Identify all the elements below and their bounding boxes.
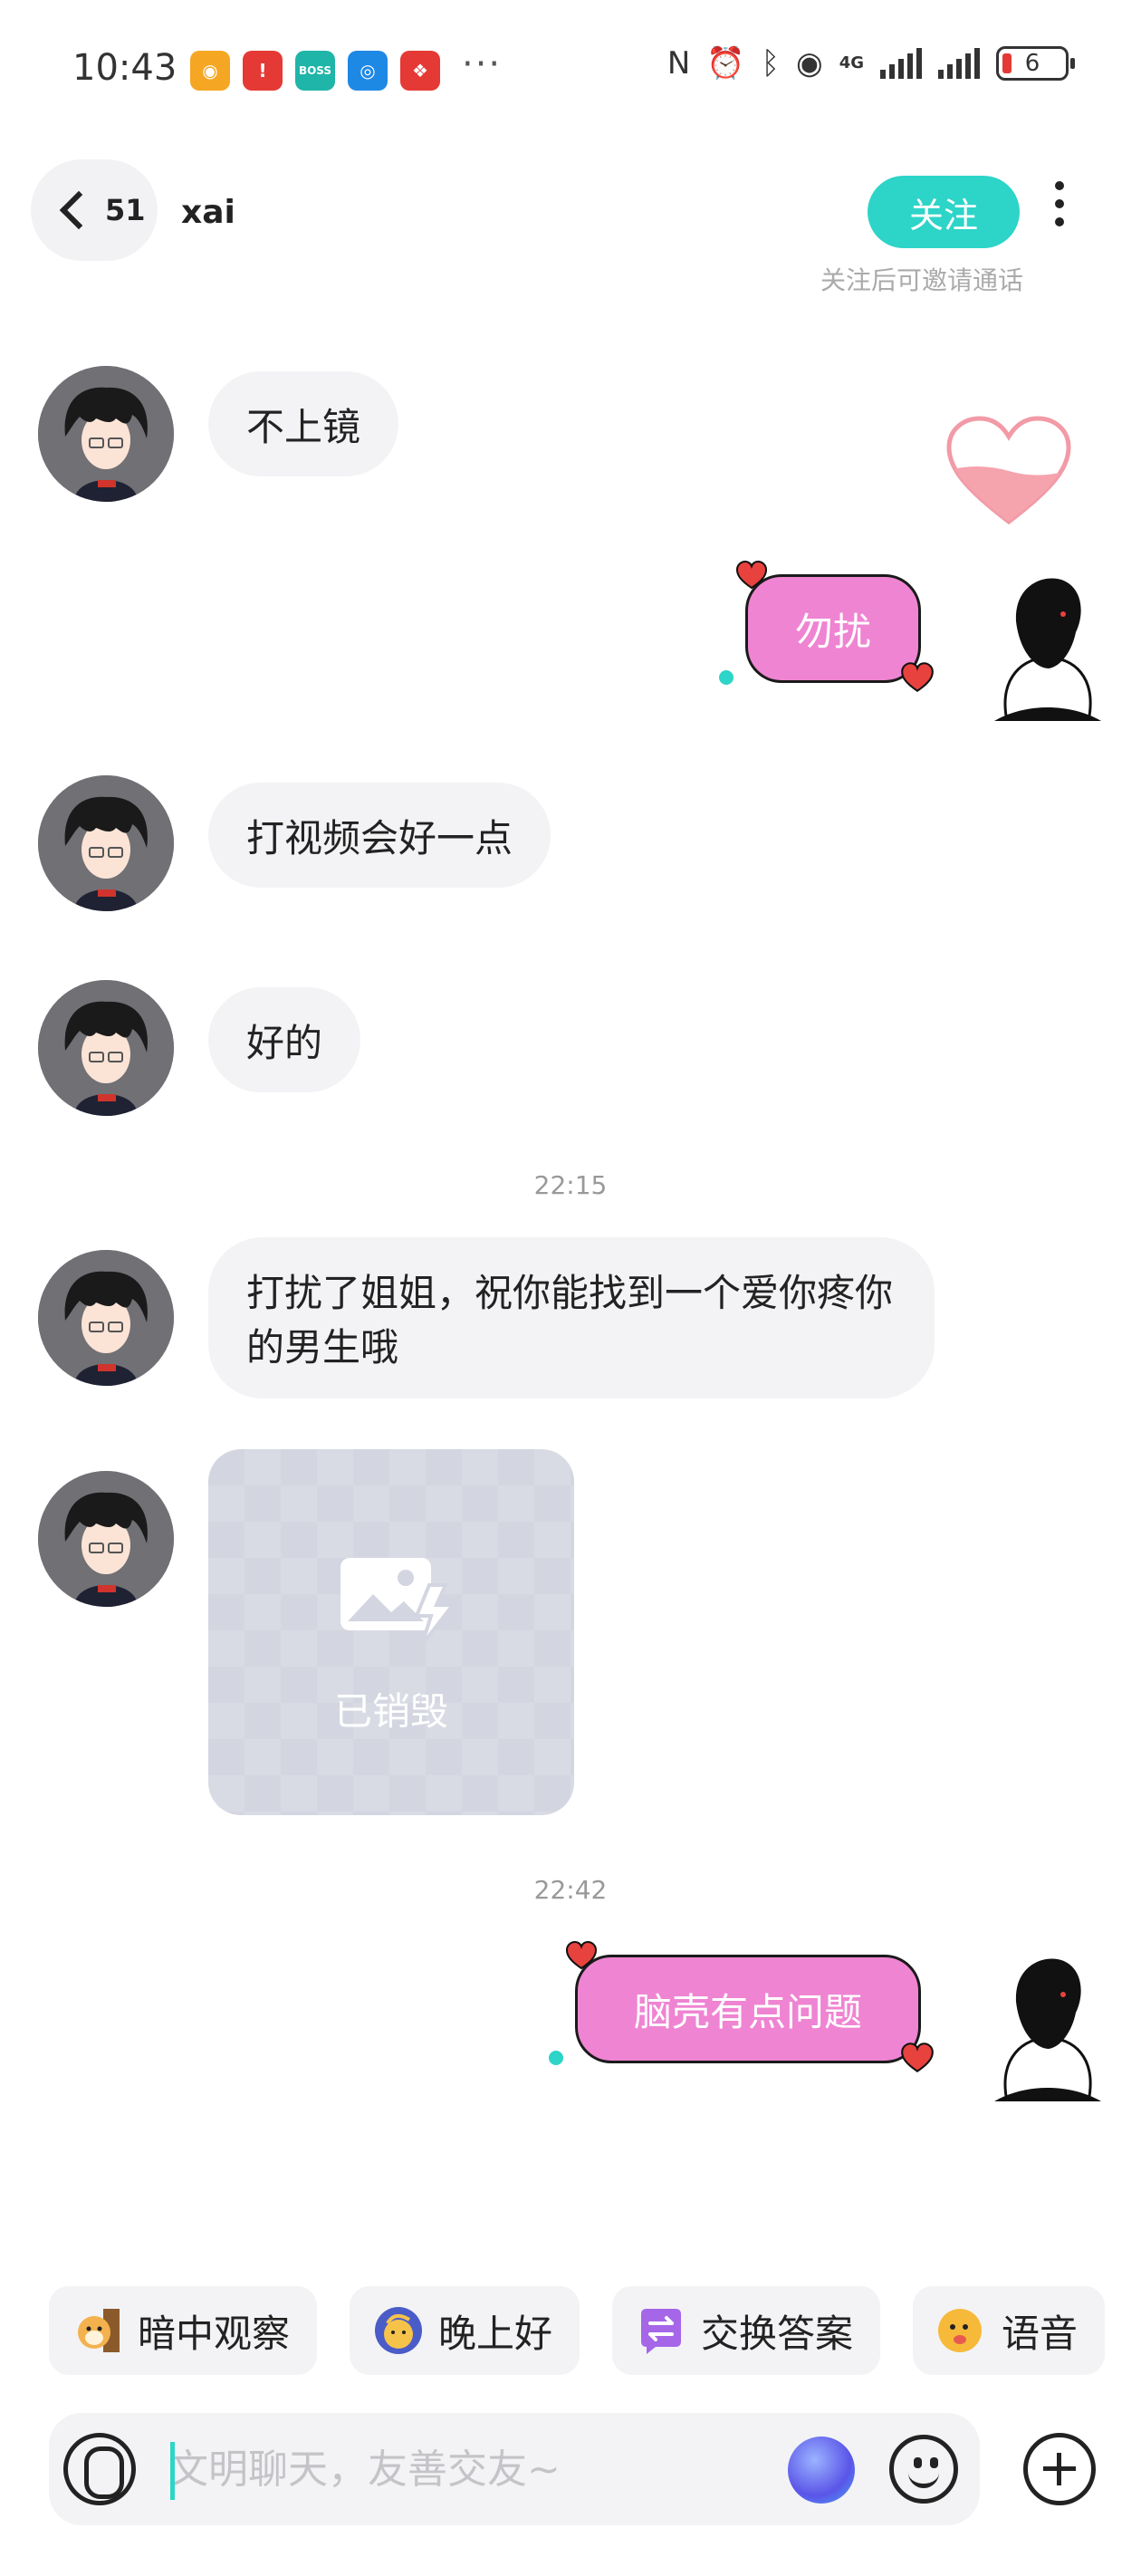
girl-avatar-icon [994, 1958, 1101, 2101]
message-timestamp: 22:15 [533, 1170, 608, 1200]
message-text: 脑壳有点问题 [633, 1989, 862, 2034]
girl-avatar-icon [994, 578, 1101, 721]
ai-assistant-icon[interactable] [788, 2437, 855, 2504]
contact-avatar[interactable] [38, 1250, 174, 1386]
quick-reply-chip[interactable]: 交换答案 [612, 2286, 881, 2375]
notification-icons: ◉ ! BOSS ◎ ❖ [190, 51, 440, 91]
battery-icon: 6 [996, 46, 1075, 81]
weibo-icon: ◉ [190, 51, 230, 91]
quick-reply-chip[interactable]: 暗中观察 [49, 2286, 318, 2375]
status-time: 10:43 [72, 47, 177, 89]
contact-avatar[interactable] [38, 980, 174, 1116]
contact-name: xai [181, 194, 235, 231]
hotspot-icon: ◉ [796, 45, 823, 82]
voice-emoji-icon [936, 2305, 987, 2356]
message-input[interactable] [168, 2435, 639, 2504]
nfc-icon: N [666, 45, 691, 82]
chip-label: 晚上好 [438, 2311, 553, 2356]
quick-reply-chip[interactable]: 语音 [913, 2286, 1106, 2375]
message-text: 打扰了姐姐，祝你能找到一个爱你疼你的男生哦 [246, 1271, 894, 1370]
back-button[interactable]: 51 [31, 159, 158, 261]
boy-avatar-icon [38, 366, 174, 502]
chip-label: 交换答案 [701, 2311, 854, 2356]
network-type: 4G [839, 53, 864, 72]
alarm-icon: ⏰ [706, 45, 745, 82]
boy-avatar-icon [38, 1471, 174, 1607]
message-bubble[interactable]: 打视频会好一点 [208, 783, 551, 888]
heart-sticker-icon [735, 560, 768, 590]
boy-avatar-icon [38, 1250, 174, 1386]
status-bar: 10:43 ◉ ! BOSS ◎ ❖ ··· N ⏰ ᛒ ◉ 4G 6 [0, 0, 1141, 145]
emoji-icon[interactable] [889, 2435, 958, 2504]
destroyed-label: 已销毁 [333, 1689, 448, 1734]
message-timestamp: 22:42 [533, 1875, 608, 1905]
my-avatar[interactable] [989, 1947, 1107, 2101]
add-attachment-icon[interactable] [1023, 2433, 1096, 2505]
read-status-dot [549, 2051, 563, 2065]
message-bubble-sent[interactable]: 脑壳有点问题 [565, 1940, 934, 2072]
more-menu-icon[interactable] [1055, 181, 1064, 226]
chip-label: 语音 [1002, 2311, 1079, 2356]
chip-label: 暗中观察 [138, 2311, 291, 2356]
moon-face-icon [373, 2305, 424, 2356]
more-notifications-icon: ··· [462, 43, 503, 85]
quick-reply-bar: 暗中观察 晚上好 交换答案 语音 [49, 2286, 1106, 2375]
boy-avatar-icon [38, 775, 174, 911]
boy-avatar-icon [38, 980, 174, 1116]
signal-icon [880, 48, 922, 79]
message-bubble[interactable]: 打扰了姐姐，祝你能找到一个爱你疼你的男生哦 [208, 1237, 935, 1399]
contact-avatar[interactable] [38, 775, 174, 911]
my-avatar[interactable] [989, 567, 1107, 721]
unread-count: 51 [105, 193, 146, 227]
alert-app-icon: ! [243, 51, 283, 91]
heart-decoration-icon[interactable] [945, 415, 1072, 528]
follow-button[interactable]: 关注 [868, 176, 1020, 248]
heart-sticker-icon [901, 2043, 934, 2072]
red-app-icon: ❖ [400, 51, 440, 91]
message-bubble-sent[interactable]: 勿扰 [735, 560, 934, 692]
message-text: 好的 [246, 1020, 323, 1065]
swap-icon [636, 2305, 686, 2356]
message-text: 不上镜 [246, 404, 361, 449]
follow-hint: 关注后可邀请通话 [820, 265, 1023, 295]
read-status-dot [719, 670, 734, 685]
heart-sticker-icon [901, 662, 934, 692]
system-icons: N ⏰ ᛒ ◉ 4G 6 [666, 45, 1075, 82]
message-text: 打视频会好一点 [246, 815, 513, 860]
voice-input-icon[interactable] [63, 2433, 136, 2505]
blue-app-icon: ◎ [348, 51, 388, 91]
signal-icon-2 [938, 48, 980, 79]
chevron-left-icon [59, 190, 99, 230]
text-cursor [170, 2442, 175, 2500]
message-bubble[interactable]: 好的 [208, 987, 361, 1092]
battery-level: 6 [1024, 50, 1040, 77]
contact-avatar[interactable] [38, 366, 174, 502]
dog-icon [72, 2305, 123, 2356]
destroyed-image-message[interactable]: 已销毁 [208, 1449, 574, 1815]
boss-app-icon: BOSS [295, 51, 335, 91]
message-input-bar [49, 2413, 980, 2525]
contact-avatar[interactable] [38, 1471, 174, 1607]
bluetooth-icon: ᛒ [761, 45, 781, 82]
quick-reply-chip[interactable]: 晚上好 [350, 2286, 580, 2375]
message-text: 勿扰 [794, 609, 871, 654]
broken-image-icon [340, 1558, 456, 1647]
heart-sticker-icon [565, 1940, 598, 1970]
message-bubble[interactable]: 不上镜 [208, 371, 399, 476]
